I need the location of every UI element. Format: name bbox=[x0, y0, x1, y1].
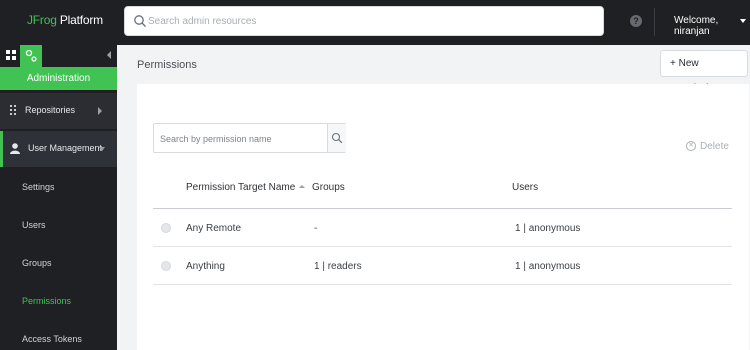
column-header-label: Users bbox=[512, 182, 539, 193]
search-icon bbox=[331, 132, 343, 144]
global-search-input[interactable]: Search admin resources bbox=[124, 6, 604, 36]
logo-product: Platform bbox=[59, 13, 103, 27]
sidebar-subitem-access-tokens[interactable]: Access Tokens bbox=[0, 321, 117, 350]
permission-name-cell[interactable]: Anything bbox=[186, 261, 225, 272]
application-grid-icon[interactable] bbox=[6, 50, 16, 60]
permission-search-button[interactable] bbox=[327, 124, 346, 152]
row-select-radio[interactable] bbox=[161, 261, 171, 271]
permission-search-placeholder: Search by permission name bbox=[160, 134, 272, 144]
collapse-sidebar-icon[interactable] bbox=[107, 51, 111, 59]
groups-cell: - bbox=[314, 223, 318, 234]
sidebar-subitem-settings[interactable]: Settings bbox=[0, 169, 117, 207]
sidebar-item-user-management[interactable]: User Management bbox=[0, 131, 117, 167]
sidebar-subitem-label: Permissions bbox=[22, 296, 72, 306]
sidebar-subitem-label: Groups bbox=[22, 258, 52, 268]
chevron-down-icon bbox=[99, 147, 105, 151]
groups-cell: 1 | readers bbox=[314, 261, 362, 272]
gears-icon bbox=[25, 49, 37, 62]
column-header-permission-target-name[interactable]: Permission Target Name bbox=[186, 182, 306, 193]
column-header-label: Permission Target Name bbox=[186, 182, 296, 193]
user-icon bbox=[10, 143, 20, 154]
sidebar-subitem-groups[interactable]: Groups bbox=[0, 245, 117, 283]
chevron-right-icon bbox=[98, 107, 102, 115]
users-cell: 1 | anonymous bbox=[515, 261, 581, 272]
module-switcher bbox=[0, 45, 117, 67]
sidebar-item-label: Repositories bbox=[25, 105, 76, 115]
column-header-groups[interactable]: Groups bbox=[312, 182, 345, 193]
logo-brand: JFrog bbox=[27, 13, 57, 27]
table-row-divider bbox=[153, 246, 732, 247]
permission-search-input[interactable]: Search by permission name bbox=[153, 123, 346, 153]
table-row-divider bbox=[153, 284, 732, 285]
search-icon bbox=[134, 15, 146, 27]
sidebar-subitem-label: Settings bbox=[22, 182, 55, 192]
page-title: Permissions bbox=[137, 59, 197, 71]
header-divider bbox=[654, 8, 655, 36]
sidebar-item-repositories[interactable]: Repositories bbox=[0, 93, 117, 129]
user-menu[interactable]: Welcome, niranjan bbox=[674, 15, 750, 37]
users-cell: 1 | anonymous bbox=[515, 223, 581, 234]
sidebar-subitem-label: Users bbox=[22, 220, 46, 230]
help-icon[interactable]: ? bbox=[630, 15, 642, 27]
delete-label: Delete bbox=[700, 141, 729, 152]
global-search-placeholder: Search admin resources bbox=[148, 16, 257, 27]
sidebar-subitem-users[interactable]: Users bbox=[0, 207, 117, 245]
sidebar-subitem-label: Access Tokens bbox=[22, 334, 82, 344]
jfrog-logo[interactable]: JFrog Platform bbox=[27, 13, 103, 27]
repositories-icon bbox=[10, 105, 16, 115]
top-bar: JFrog Platform Search admin resources ? … bbox=[0, 0, 750, 45]
close-circle-icon: ✕ bbox=[686, 141, 696, 151]
permission-name-cell[interactable]: Any Remote bbox=[186, 223, 241, 234]
column-header-label: Groups bbox=[312, 182, 345, 193]
sidebar-subitem-permissions[interactable]: Permissions bbox=[0, 283, 117, 321]
administration-module-tab[interactable] bbox=[20, 45, 42, 67]
new-permission-button[interactable]: + New Permission bbox=[660, 50, 748, 94]
row-select-radio[interactable] bbox=[161, 223, 171, 233]
administration-header: Administration bbox=[0, 67, 117, 90]
sort-ascending-icon bbox=[299, 185, 306, 188]
column-header-users[interactable]: Users bbox=[512, 182, 538, 193]
sidebar-item-label: User Management bbox=[28, 143, 103, 153]
permissions-panel: Search by permission name ✕ Delete Permi… bbox=[137, 84, 749, 350]
table-header-divider bbox=[153, 208, 732, 209]
sidebar: Administration Repositories User Managem… bbox=[0, 45, 117, 350]
chevron-down-icon[interactable] bbox=[740, 19, 746, 23]
